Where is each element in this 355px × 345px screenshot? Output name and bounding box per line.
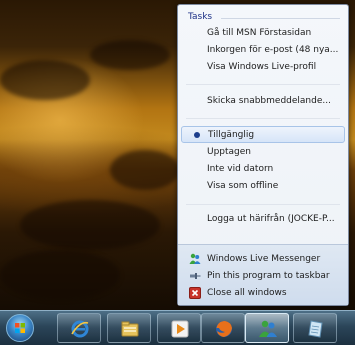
status-label: Upptagen — [207, 147, 252, 157]
messenger-jump-list: Tasks Gå till MSN Förstasidan Inkorgen f… — [177, 4, 349, 306]
send-message-item[interactable]: Skicka snabbmeddelande... — [179, 93, 347, 109]
logout-item[interactable]: Logga ut härifrån (JOCKE-P... — [179, 211, 347, 227]
task-label: Visa Windows Live-profil — [207, 62, 317, 72]
divider — [186, 84, 340, 85]
windows-logo-icon — [15, 323, 25, 333]
status-label: Tillgänglig — [208, 130, 255, 140]
taskbar-windows-live-messenger[interactable] — [245, 313, 289, 343]
messenger-taskbar-icon — [259, 320, 277, 337]
status-busy[interactable]: Upptagen — [179, 144, 347, 160]
taskbar-firefox[interactable] — [201, 313, 245, 343]
close-window-icon — [189, 287, 201, 299]
messenger-icon — [189, 253, 201, 264]
logout-label: Logga ut härifrån (JOCKE-P... — [207, 214, 335, 224]
send-message-label: Skicka snabbmeddelande... — [207, 96, 331, 106]
taskbar-media-player[interactable] — [157, 313, 201, 343]
status-label: Visa som offline — [207, 181, 279, 191]
notepad-icon — [308, 320, 323, 338]
close-all-windows-item[interactable]: Close all windows — [179, 285, 347, 301]
status-label: Inte vid datorn — [207, 164, 274, 174]
taskbar-internet-explorer[interactable] — [57, 313, 101, 343]
tasks-section-title: Tasks — [188, 12, 213, 22]
firefox-icon — [216, 321, 232, 337]
start-orb-icon[interactable] — [6, 314, 34, 342]
internet-explorer-icon — [71, 320, 89, 338]
pin-icon — [190, 273, 201, 279]
divider — [186, 204, 340, 205]
windows-explorer-icon — [121, 321, 139, 337]
task-email-inbox[interactable]: Inkorgen för e-post (48 nya... — [179, 42, 347, 58]
divider — [186, 118, 340, 119]
footer-label: Pin this program to taskbar — [207, 271, 330, 281]
status-available[interactable]: Tillgänglig — [181, 126, 345, 143]
selected-radio-dot-icon — [194, 132, 200, 138]
media-player-icon — [171, 320, 189, 338]
status-offline[interactable]: Visa som offline — [179, 178, 347, 194]
footer-label: Windows Live Messenger — [207, 254, 321, 264]
task-label: Gå till MSN Förstasidan — [207, 28, 312, 38]
task-view-profile[interactable]: Visa Windows Live-profil — [179, 59, 347, 75]
taskbar-notepad[interactable] — [293, 313, 337, 343]
open-messenger-item[interactable]: Windows Live Messenger — [179, 251, 347, 267]
task-label: Inkorgen för e-post (48 nya... — [207, 45, 339, 55]
pin-to-taskbar-item[interactable]: Pin this program to taskbar — [179, 268, 347, 284]
status-away[interactable]: Inte vid datorn — [179, 161, 347, 177]
taskbar-windows-explorer[interactable] — [107, 313, 151, 343]
tasks-title-divider — [221, 18, 340, 19]
taskbar — [0, 310, 355, 345]
jump-list-footer: Windows Live Messenger Pin this program … — [178, 244, 348, 305]
task-msn-homepage[interactable]: Gå till MSN Förstasidan — [179, 25, 347, 41]
footer-label: Close all windows — [207, 288, 287, 298]
